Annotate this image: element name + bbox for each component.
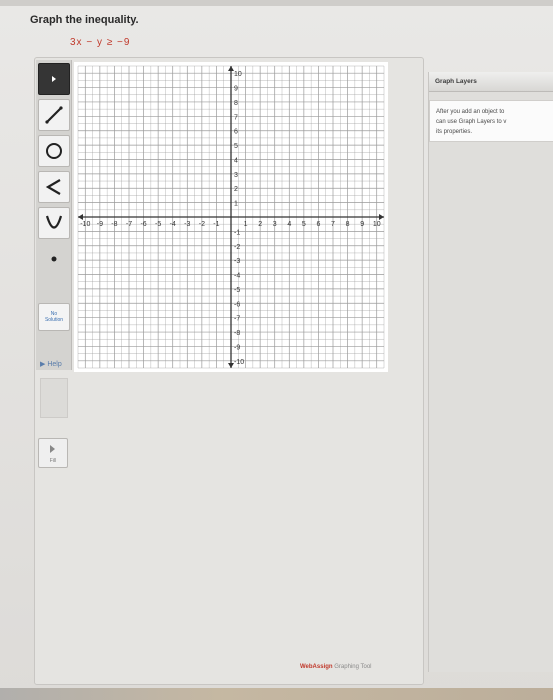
x-tick-label: 9 xyxy=(360,221,364,228)
y-tick-label: 7 xyxy=(234,114,238,121)
x-tick-label: -7 xyxy=(126,221,132,228)
x-tick-label: -2 xyxy=(199,221,205,228)
y-tick-label: 9 xyxy=(234,86,238,93)
x-tick-label: 10 xyxy=(373,221,381,228)
x-tick-label: -6 xyxy=(140,221,146,228)
x-tick-label: -9 xyxy=(97,221,103,228)
x-axis-arrow-left xyxy=(78,214,83,220)
webassign-branding: WebAssign Graphing Tool xyxy=(300,664,371,670)
fill-icon xyxy=(50,445,55,453)
y-tick-label: -1 xyxy=(234,229,240,236)
question-title: Graph the inequality. xyxy=(30,14,139,26)
fill-button[interactable]: Fill xyxy=(38,438,68,468)
parabola-icon xyxy=(45,215,63,229)
circle-icon xyxy=(46,143,62,159)
y-tick-label: -6 xyxy=(234,301,240,308)
x-tick-label: -5 xyxy=(155,221,161,228)
x-tick-label: 3 xyxy=(273,221,277,228)
graph-layers-text-3: its properties. xyxy=(436,129,473,135)
y-tick-label: 3 xyxy=(234,172,238,179)
y-tick-label: 8 xyxy=(234,100,238,107)
graph-layers-panel: Graph Layers After you add an object to … xyxy=(428,72,553,672)
line-tool-button[interactable] xyxy=(38,99,70,131)
brand-name: WebAssign xyxy=(300,664,333,670)
graph-layers-text-1: After you add an object to xyxy=(436,109,505,115)
x-tick-label: -10 xyxy=(80,221,90,228)
x-tick-label: -8 xyxy=(111,221,117,228)
y-tick-label: -10 xyxy=(234,359,244,366)
point-icon xyxy=(51,256,57,262)
y-tick-label: 10 xyxy=(234,71,242,78)
point-tool-button[interactable] xyxy=(38,243,70,275)
no-solution-button[interactable]: No Solution xyxy=(38,303,70,331)
y-tick-label: -2 xyxy=(234,244,240,251)
top-border xyxy=(0,0,553,6)
x-tick-label: 7 xyxy=(331,221,335,228)
y-tick-label: -7 xyxy=(234,316,240,323)
y-tick-label: -5 xyxy=(234,287,240,294)
line-icon xyxy=(45,106,63,124)
x-axis-arrow-right xyxy=(379,214,384,220)
coordinate-graph[interactable]: -10 -9 -8 -7 -6 -5 -4 -3 -2 -1 1 2 3 4 5 6 7 8 9 10 10 9 8 7 6 5 4… xyxy=(74,62,388,372)
help-icon: ▶ xyxy=(40,361,46,368)
tool-palette: No Solution xyxy=(36,60,72,370)
angle-tool-button[interactable] xyxy=(38,171,70,203)
x-tick-label: 6 xyxy=(316,221,320,228)
y-tick-label: 6 xyxy=(234,129,238,136)
no-solution-label-2: Solution xyxy=(44,317,64,323)
circle-tool-button[interactable] xyxy=(38,135,70,167)
y-tick-label: 4 xyxy=(234,157,238,164)
graph-layers-text-2: can use Graph Layers to v xyxy=(436,119,507,125)
y-tick-label: -9 xyxy=(234,344,240,351)
x-tick-label: 5 xyxy=(302,221,306,228)
y-tick-label: -4 xyxy=(234,273,240,280)
x-tick-label: -3 xyxy=(184,221,190,228)
help-label: Help xyxy=(47,361,62,368)
y-tick-label: -3 xyxy=(234,258,240,265)
x-tick-label: -4 xyxy=(170,221,176,228)
parabola-tool-button[interactable] xyxy=(38,207,70,239)
angle-icon xyxy=(45,179,61,195)
y-tick-label: 2 xyxy=(234,186,238,193)
graph-layers-info: After you add an object to can use Graph… xyxy=(429,100,553,142)
pointer-icon xyxy=(52,76,56,82)
graph-layers-title: Graph Layers xyxy=(429,72,553,92)
x-tick-label: -1 xyxy=(213,221,219,228)
y-tick-label: 5 xyxy=(234,143,238,150)
x-tick-label: 2 xyxy=(258,221,262,228)
y-tick-label: 1 xyxy=(234,201,238,208)
x-tick-label: 4 xyxy=(287,221,291,228)
tool-name: Graphing Tool xyxy=(334,664,372,670)
x-tick-label: 1 xyxy=(244,221,248,228)
help-link[interactable]: ▶ Help xyxy=(40,360,62,368)
inequality-expression: 3x − y ≥ −9 xyxy=(70,37,131,48)
fill-label: Fill xyxy=(49,458,57,464)
disabled-tool-slot xyxy=(40,378,68,418)
pointer-tool-button[interactable] xyxy=(38,63,70,95)
x-tick-label: 8 xyxy=(346,221,350,228)
y-tick-label: -8 xyxy=(234,330,240,337)
graph-canvas[interactable]: -10 -9 -8 -7 -6 -5 -4 -3 -2 -1 1 2 3 4 5 6 7 8 9 10 10 9 8 7 6 5 4… xyxy=(74,62,388,372)
bottom-nav-strip xyxy=(0,688,553,700)
